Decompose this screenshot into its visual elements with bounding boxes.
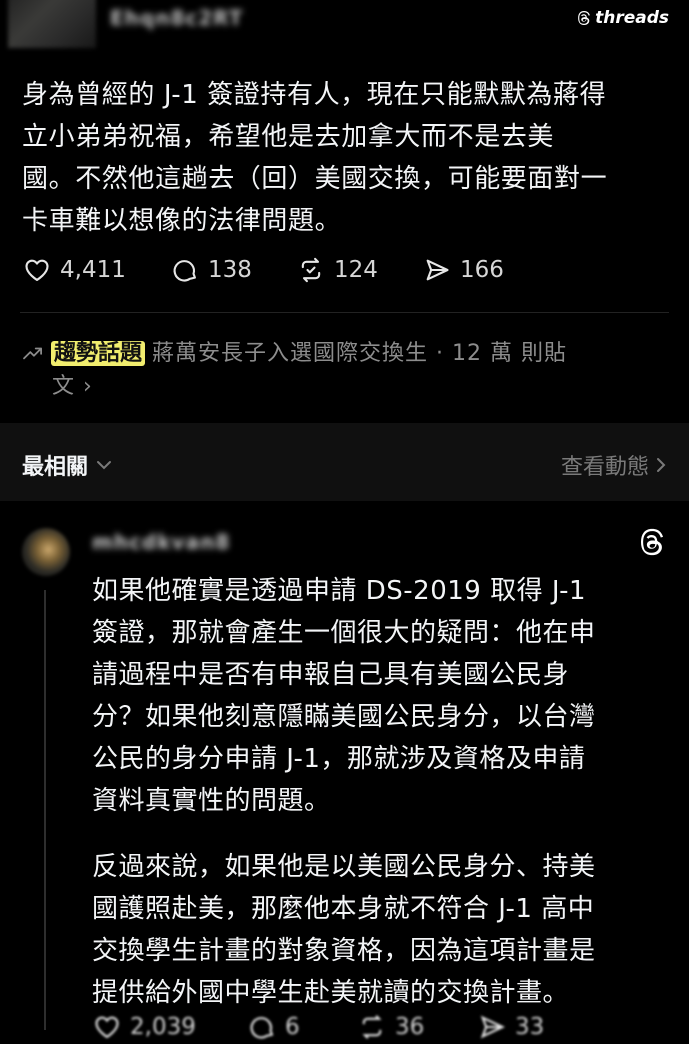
trending-badge: 趨勢話題 — [51, 341, 146, 366]
repost-icon — [362, 1015, 382, 1039]
trending-topic[interactable]: 趨勢話題 蔣萬安長子入選國際交換生 · 12 萬 則貼 文 › — [22, 337, 662, 403]
reply-share-count: 33 — [515, 1014, 545, 1040]
send-icon — [426, 259, 449, 281]
threads-logo: threads — [576, 8, 669, 28]
reply-line: 交換學生計畫的對象資格，因為這項計畫是 — [92, 936, 596, 966]
reply-reply-button[interactable]: 6 — [247, 1013, 357, 1041]
reply-line: 公民的身分申請 J-1，那就涉及資格及申請 — [92, 744, 586, 774]
post-line: 卡車難以想像的法律問題。 — [22, 206, 342, 236]
reply-avatar[interactable] — [22, 528, 70, 576]
reply-like-button[interactable]: 2,039 — [92, 1013, 247, 1041]
reply-count: 138 — [208, 257, 252, 283]
reply-line: 國護照赴美，那麼他本身就不符合 J-1 高中 — [92, 894, 595, 924]
reply-username[interactable]: mhcdkvan8 — [92, 530, 230, 554]
share-count: 166 — [460, 257, 504, 283]
reply-line: 分？如果他刻意隱瞞美國公民身分，以台灣 — [92, 702, 596, 732]
share-button[interactable]: 166 — [422, 256, 532, 284]
avatar[interactable] — [8, 0, 96, 48]
threads-badge — [637, 527, 667, 561]
divider — [20, 312, 669, 313]
repost-button[interactable]: 124 — [296, 256, 422, 284]
post-line: 身為曾經的 J-1 簽證持有人，現在只能默默為蔣得 — [22, 80, 607, 110]
reply-repost-count: 36 — [395, 1014, 425, 1040]
repost-count: 124 — [334, 257, 378, 283]
reply-actions: 2,039 6 36 33 — [92, 1010, 577, 1044]
reply-reply-count: 6 — [285, 1014, 300, 1040]
heart-icon — [25, 259, 49, 281]
thread-line — [44, 590, 46, 1030]
repost-icon — [301, 257, 321, 283]
reply-line: 請過程中是否有申報自己具有美國公民身 — [92, 660, 570, 690]
sort-label: 最相關 — [22, 455, 89, 480]
reply-button[interactable]: 138 — [170, 256, 296, 284]
reply-like-count: 2,039 — [130, 1014, 196, 1040]
reply-line: 反過來說，如果他是以美國公民身分、持美 — [92, 852, 596, 882]
sort-bar: 最相關 查看動態 — [0, 423, 689, 501]
reply-body: 如果他確實是透過申請 DS-2019 取得 J-1 簽證，那就會產生一個很大的疑… — [92, 570, 662, 1014]
reply-share-button[interactable]: 33 — [477, 1013, 577, 1041]
reply-line: 簽證，那就會產生一個很大的疑問：他在申 — [92, 618, 596, 648]
trending-title: 蔣萬安長子入選國際交換生 · 12 萬 則貼 — [152, 341, 567, 366]
sort-dropdown[interactable]: 最相關 — [22, 449, 114, 481]
post-line: 國。不然他這趟去（回）美國交換，可能要面對一 — [22, 164, 608, 194]
threads-icon — [641, 528, 663, 556]
chevron-down-icon — [97, 461, 112, 470]
reply-line: 提供給外國中學生赴美就讀的交換計畫。 — [92, 978, 570, 1008]
view-activity-link[interactable]: 查看動態 — [561, 449, 667, 481]
like-button[interactable]: 4,411 — [22, 256, 170, 284]
threads-icon — [578, 11, 590, 25]
chevron-right-icon — [657, 458, 666, 472]
trending-title-cont: 文 › — [52, 374, 93, 399]
post-line: 立小弟弟祝福，希望他是去加拿大而不是去美 — [22, 122, 555, 152]
send-icon — [480, 1015, 505, 1039]
post-actions: 4,411 138 124 166 — [22, 253, 532, 287]
post-username[interactable]: Ehqn8c2RT — [110, 6, 243, 30]
view-activity-label: 查看動態 — [560, 455, 649, 480]
like-count: 4,411 — [60, 257, 126, 283]
post-body: 身為曾經的 J-1 簽證持有人，現在只能默默為蔣得 立小弟弟祝福，希望他是去加拿… — [22, 74, 672, 242]
comment-icon — [250, 1017, 274, 1039]
trend-up-icon — [23, 347, 42, 360]
comment-icon — [173, 260, 196, 282]
reply-line: 如果他確實是透過申請 DS-2019 取得 J-1 — [92, 576, 587, 606]
reply-line: 資料真實性的問題。 — [92, 786, 331, 816]
reply-repost-button[interactable]: 36 — [357, 1013, 477, 1041]
brand-wordmark: threads — [595, 8, 669, 28]
heart-icon — [95, 1016, 119, 1039]
